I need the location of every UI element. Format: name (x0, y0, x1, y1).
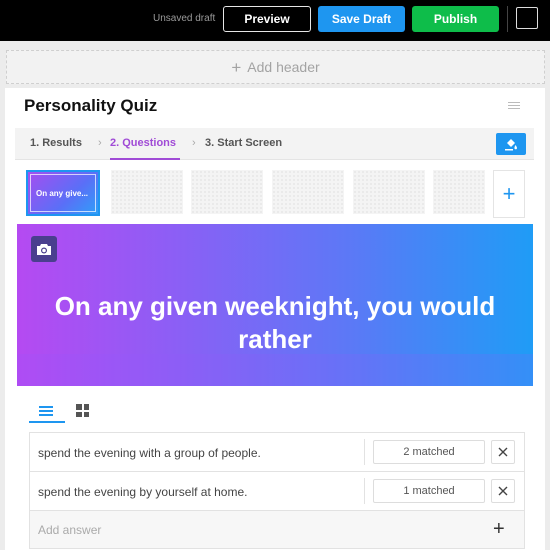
save-draft-button[interactable]: Save Draft (318, 6, 405, 32)
question-thumbnail-empty[interactable] (433, 170, 485, 214)
answer-divider (364, 439, 365, 465)
answer-row[interactable]: spend the evening with a group of people… (29, 432, 525, 471)
matched-results-button[interactable]: 1 matched (373, 479, 485, 503)
quiz-title: Personality Quiz (24, 96, 158, 115)
quiz-editor-card: Personality Quiz 1. Results › 2. Questio… (5, 88, 545, 550)
add-answer-input[interactable]: Add answer (38, 523, 101, 537)
close-icon (498, 486, 508, 496)
publish-button[interactable]: Publish (412, 6, 499, 32)
answer-text[interactable]: spend the evening by yourself at home. (38, 485, 247, 499)
paint-bucket-icon (505, 139, 517, 151)
question-thumbnail-empty[interactable] (111, 170, 183, 214)
camera-icon (37, 243, 51, 255)
tab-results[interactable]: 1. Results (30, 137, 82, 149)
color-square-icon[interactable] (516, 7, 538, 29)
close-icon (498, 447, 508, 457)
thumbnail-label: On any give... (30, 174, 96, 212)
list-view-icon[interactable] (39, 406, 53, 416)
top-toolbar: Unsaved draft Preview Save Draft Publish (0, 0, 550, 41)
answer-view-toggle (29, 398, 109, 424)
question-thumbnails: On any give... + (15, 162, 534, 222)
question-thumbnail-empty[interactable] (272, 170, 344, 214)
answer-row[interactable]: spend the evening by yourself at home. 1… (29, 471, 525, 510)
question-thumbnail-empty[interactable] (353, 170, 425, 214)
drag-handle-icon[interactable] (508, 102, 520, 112)
question-banner: On any given weeknight, you would rather (17, 224, 533, 386)
add-header-label: Add header (247, 59, 320, 75)
add-answer-row[interactable]: Add answer + (29, 510, 525, 549)
chevron-right-icon: › (192, 137, 196, 149)
upload-image-button[interactable] (31, 236, 57, 262)
active-view-indicator (29, 421, 65, 423)
remove-answer-button[interactable] (491, 440, 515, 464)
question-text[interactable]: On any given weeknight, you would rather (17, 290, 533, 356)
preview-button[interactable]: Preview (223, 6, 311, 32)
matched-results-button[interactable]: 2 matched (373, 440, 485, 464)
draft-status: Unsaved draft (153, 13, 216, 24)
plus-icon: + (231, 57, 242, 77)
question-thumbnail-empty[interactable] (191, 170, 263, 214)
active-tab-indicator (110, 158, 180, 160)
answer-divider (364, 478, 365, 504)
chevron-right-icon: › (98, 137, 102, 149)
toolbar-divider (507, 6, 508, 32)
plus-icon: + (502, 181, 516, 206)
question-thumbnail-active[interactable]: On any give... (26, 170, 100, 216)
plus-icon[interactable]: + (493, 519, 505, 539)
answer-text[interactable]: spend the evening with a group of people… (38, 446, 261, 460)
add-header-button[interactable]: + Add header (6, 50, 545, 84)
answer-list: spend the evening with a group of people… (29, 432, 525, 549)
tab-questions[interactable]: 2. Questions (110, 137, 176, 149)
remove-answer-button[interactable] (491, 479, 515, 503)
theme-button[interactable] (496, 133, 526, 155)
add-question-button[interactable]: + (493, 170, 525, 218)
grid-view-icon[interactable] (76, 404, 89, 417)
tab-start-screen[interactable]: 3. Start Screen (205, 137, 282, 149)
quiz-step-tabs: 1. Results › 2. Questions › 3. Start Scr… (15, 128, 534, 160)
